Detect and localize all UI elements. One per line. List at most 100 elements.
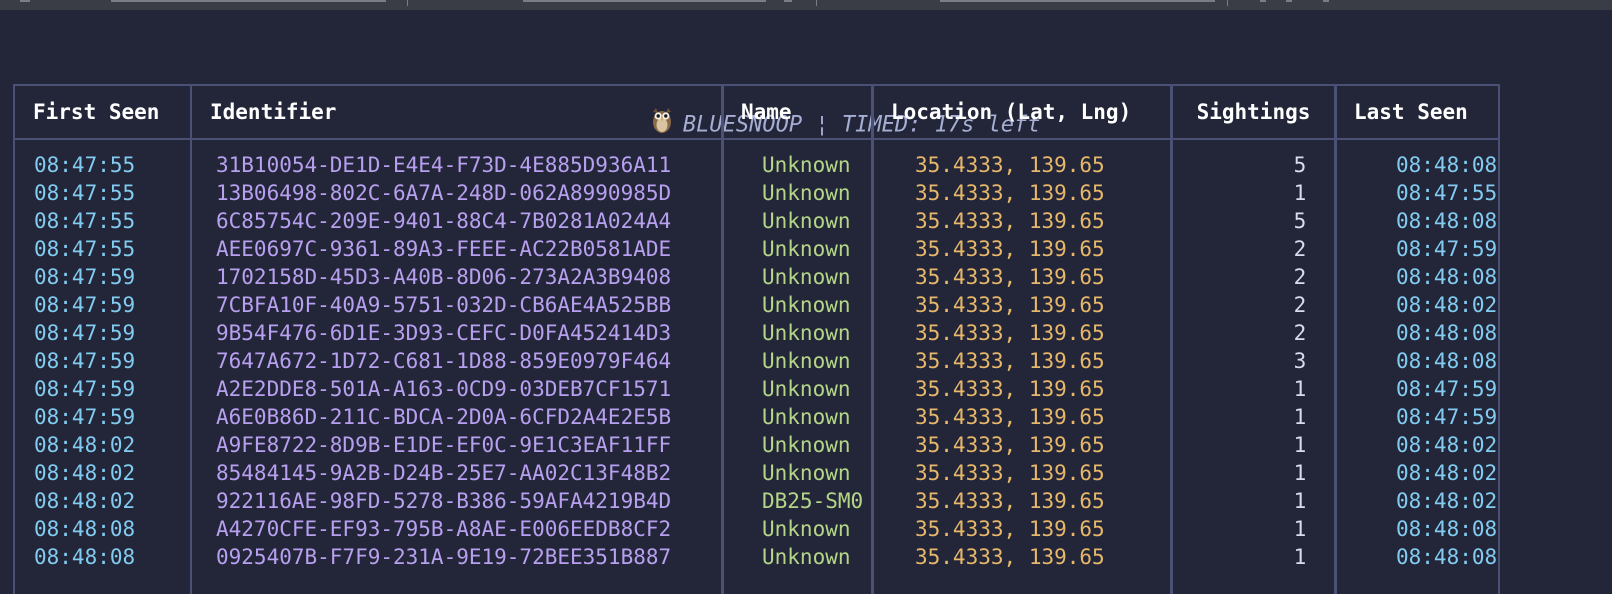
name-cell: Unknown — [762, 377, 851, 401]
latitude-value: 35.4333 — [915, 349, 1004, 373]
latitude-value: 35.4333 — [915, 321, 1004, 345]
table-body: 08:47:55 31B10054-DE1D-E4E4-F73D-4E885D9… — [13, 151, 1540, 571]
longitude-value: 139.65 — [1028, 461, 1105, 485]
top-bar-divider — [1227, 0, 1228, 6]
latitude-value: 35.4333 — [915, 405, 1004, 429]
longitude-value: 139.65 — [1028, 209, 1105, 233]
location-cell: 35.4333, 139.65 — [915, 265, 1105, 289]
longitude-value: 139.65 — [1028, 405, 1105, 429]
identifier-cell: 6C85754C-209E-9401-88C4-7B0281A024A4 — [216, 209, 672, 233]
first-seen-cell: 08:48:02 — [34, 461, 136, 485]
table-row[interactable]: 08:47:59 A2E2DDE8-501A-A163-0CD9-03DEB7C… — [13, 375, 1540, 403]
latitude-value: 35.4333 — [915, 377, 1004, 401]
identifier-cell: 0925407B-F7F9-231A-9E19-72BEE351B887 — [216, 545, 672, 569]
name-cell: Unknown — [762, 181, 851, 205]
last-seen-cell: 08:47:59 — [1396, 237, 1498, 261]
first-seen-cell: 08:47:55 — [34, 237, 136, 261]
table-row[interactable]: 08:47:59 1702158D-45D3-A40B-8D06-273A2A3… — [13, 263, 1540, 291]
identifier-cell: 7CBFA10F-40A9-5751-032D-CB6AE4A525BB — [216, 293, 672, 317]
first-seen-cell: 08:48:08 — [34, 517, 136, 541]
longitude-value: 139.65 — [1028, 321, 1105, 345]
first-seen-cell: 08:47:59 — [34, 265, 136, 289]
first-seen-cell: 08:47:59 — [34, 377, 136, 401]
last-seen-cell: 08:47:59 — [1396, 377, 1498, 401]
longitude-value: 139.65 — [1028, 181, 1105, 205]
last-seen-cell: 08:48:02 — [1396, 433, 1498, 457]
longitude-value: 139.65 — [1028, 545, 1105, 569]
header-first-seen[interactable]: First Seen — [13, 84, 192, 140]
latitude-value: 35.4333 — [915, 433, 1004, 457]
name-cell: Unknown — [762, 461, 851, 485]
latitude-value: 35.4333 — [915, 265, 1004, 289]
header-name[interactable]: Name — [721, 84, 874, 140]
table-row[interactable]: 08:48:02 A9FE8722-8D9B-E1DE-EF0C-9E1C3EA… — [13, 431, 1540, 459]
sightings-cell: 1 — [1293, 489, 1307, 513]
latitude-value: 35.4333 — [915, 545, 1004, 569]
table-row[interactable]: 08:47:59 A6E0B86D-211C-BDCA-2D0A-6CFD2A4… — [13, 403, 1540, 431]
header-last-seen[interactable]: Last Seen — [1334, 84, 1500, 140]
latitude-value: 35.4333 — [915, 237, 1004, 261]
table-row[interactable]: 08:47:55 31B10054-DE1D-E4E4-F73D-4E885D9… — [13, 151, 1540, 179]
name-cell: Unknown — [762, 237, 851, 261]
location-cell: 35.4333, 139.65 — [915, 153, 1105, 177]
first-seen-cell: 08:47:55 — [34, 153, 136, 177]
latitude-value: 35.4333 — [915, 461, 1004, 485]
table-row[interactable]: 08:48:02 922116AE-98FD-5278-B386-59AFA42… — [13, 487, 1540, 515]
longitude-value: 139.65 — [1028, 153, 1105, 177]
identifier-cell: 9B54F476-6D1E-3D93-CEFC-D0FA452414D3 — [216, 321, 672, 345]
table-row[interactable]: 08:47:55 AEE0697C-9361-89A3-FEEE-AC22B05… — [13, 235, 1540, 263]
table-row[interactable]: 08:47:55 6C85754C-209E-9401-88C4-7B0281A… — [13, 207, 1540, 235]
latitude-value: 35.4333 — [915, 209, 1004, 233]
sightings-cell: 1 — [1293, 377, 1307, 401]
identifier-cell: 922116AE-98FD-5278-B386-59AFA4219B4D — [216, 489, 672, 513]
table-row[interactable]: 08:47:59 9B54F476-6D1E-3D93-CEFC-D0FA452… — [13, 319, 1540, 347]
latitude-value: 35.4333 — [915, 153, 1004, 177]
table-row[interactable]: 08:48:08 0925407B-F7F9-231A-9E19-72BEE35… — [13, 543, 1540, 571]
first-seen-cell: 08:47:59 — [34, 293, 136, 317]
longitude-value: 139.65 — [1028, 489, 1105, 513]
header-location[interactable]: Location (Lat, Lng) — [871, 84, 1173, 140]
header-sightings[interactable]: Sightings — [1170, 84, 1337, 140]
last-seen-cell: 08:48:08 — [1396, 321, 1498, 345]
table-row[interactable]: 08:48:08 A4270CFE-EF93-795B-A8AE-E006EED… — [13, 515, 1540, 543]
table-row[interactable]: 08:48:02 85484145-9A2B-D24B-25E7-AA02C13… — [13, 459, 1540, 487]
first-seen-cell: 08:47:59 — [34, 405, 136, 429]
identifier-cell: A2E2DDE8-501A-A163-0CD9-03DEB7CF1571 — [216, 377, 672, 401]
sightings-cell: 3 — [1293, 349, 1307, 373]
name-cell: Unknown — [762, 405, 851, 429]
table-row[interactable]: 08:47:55 13B06498-802C-6A7A-248D-062A899… — [13, 179, 1540, 207]
last-seen-cell: 08:48:08 — [1396, 153, 1498, 177]
name-cell: Unknown — [762, 545, 851, 569]
location-cell: 35.4333, 139.65 — [915, 517, 1105, 541]
last-seen-cell: 08:48:02 — [1396, 461, 1498, 485]
name-cell: Unknown — [762, 293, 851, 317]
header-identifier[interactable]: Identifier — [190, 84, 724, 140]
location-cell: 35.4333, 139.65 — [915, 237, 1105, 261]
table-row[interactable]: 08:47:59 7647A672-1D72-C681-1D88-859E097… — [13, 347, 1540, 375]
window-top-bar — [0, 0, 1612, 10]
last-seen-cell: 08:48:08 — [1396, 545, 1498, 569]
sightings-table: First Seen Identifier Name Location (Lat… — [13, 84, 1540, 594]
first-seen-cell: 08:47:59 — [34, 321, 136, 345]
sightings-cell: 2 — [1293, 321, 1307, 345]
location-cell: 35.4333, 139.65 — [915, 405, 1105, 429]
latitude-value: 35.4333 — [915, 181, 1004, 205]
top-bar-segment — [784, 0, 792, 2]
longitude-value: 139.65 — [1028, 237, 1105, 261]
last-seen-cell: 08:48:08 — [1396, 209, 1498, 233]
sightings-cell: 1 — [1293, 433, 1307, 457]
location-cell: 35.4333, 139.65 — [915, 545, 1105, 569]
name-cell: Unknown — [762, 349, 851, 373]
last-seen-cell: 08:48:08 — [1396, 265, 1498, 289]
table-row[interactable]: 08:47:59 7CBFA10F-40A9-5751-032D-CB6AE4A… — [13, 291, 1540, 319]
sightings-cell: 1 — [1293, 181, 1307, 205]
identifier-cell: 13B06498-802C-6A7A-248D-062A8990985D — [216, 181, 672, 205]
top-bar-segment — [20, 0, 30, 2]
last-seen-cell: 08:48:02 — [1396, 489, 1498, 513]
location-cell: 35.4333, 139.65 — [915, 489, 1105, 513]
longitude-value: 139.65 — [1028, 293, 1105, 317]
top-bar-divider — [407, 0, 408, 6]
top-bar-segment — [523, 0, 766, 2]
location-cell: 35.4333, 139.65 — [915, 209, 1105, 233]
identifier-cell: 1702158D-45D3-A40B-8D06-273A2A3B9408 — [216, 265, 672, 289]
